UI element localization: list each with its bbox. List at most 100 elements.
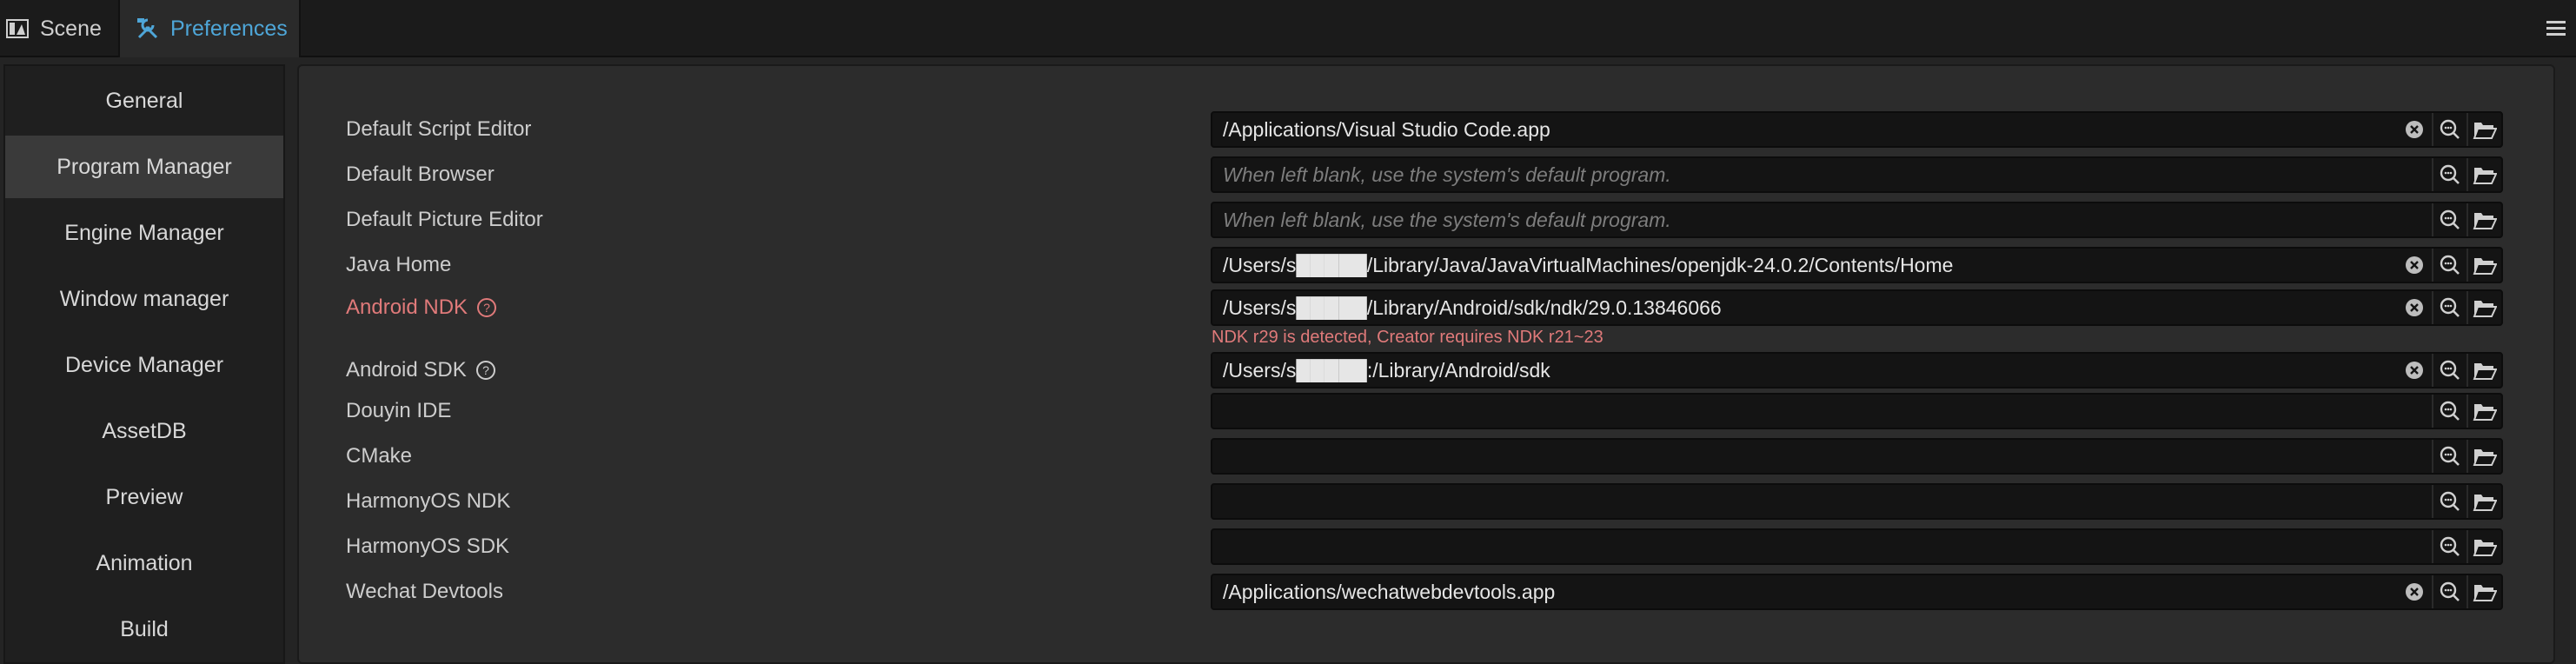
folder-icon[interactable]	[2466, 354, 2501, 387]
scene-icon	[5, 17, 30, 41]
default-picture-editor-path-field[interactable]: When left blank, use the system's defaul…	[1211, 202, 2503, 238]
folder-icon[interactable]	[2466, 575, 2501, 608]
row-label-text: Wechat Devtools	[346, 580, 503, 603]
field-buttons	[2397, 354, 2501, 387]
cmake-label: CMake	[346, 439, 412, 474]
harmonyos-ndk-path-field[interactable]	[1211, 483, 2503, 520]
tab-bar: Scene Preferences	[0, 0, 2576, 57]
field-buttons	[2397, 113, 2501, 146]
harmonyos-sdk-path-field[interactable]	[1211, 528, 2503, 565]
android-sdk-path-field[interactable]: /Users/s█████:/Library/Android/sdk	[1211, 352, 2503, 388]
row-label-text: Default Browser	[346, 163, 495, 186]
wechat-devtools-path-value[interactable]: /Applications/wechatwebdevtools.app	[1212, 581, 2397, 604]
help-icon[interactable]: ?	[475, 360, 496, 381]
search-icon[interactable]	[2432, 440, 2466, 473]
default-browser-path-field[interactable]: When left blank, use the system's defaul…	[1211, 156, 2503, 193]
android-sdk-label: Android SDK?	[346, 353, 496, 388]
android-ndk-path-value[interactable]: /Users/s█████/Library/Android/sdk/ndk/29…	[1212, 296, 2397, 320]
tab-label: Scene	[40, 16, 102, 41]
search-icon[interactable]	[2432, 530, 2466, 563]
default-script-editor-path-value[interactable]: /Applications/Visual Studio Code.app	[1212, 118, 2397, 142]
sidebar-item-animation[interactable]: Animation	[5, 532, 283, 594]
folder-icon[interactable]	[2466, 440, 2501, 473]
sidebar-item-assetdb[interactable]: AssetDB	[5, 400, 283, 462]
java-home-path-field[interactable]: /Users/s█████/Library/Java/JavaVirtualMa…	[1211, 247, 2503, 283]
search-icon[interactable]	[2432, 354, 2466, 387]
sidebar-item-preview[interactable]: Preview	[5, 466, 283, 528]
harmonyos-ndk-label: HarmonyOS NDK	[346, 484, 510, 519]
douyin-ide-label: Douyin IDE	[346, 394, 451, 428]
cmake-path-field[interactable]	[1211, 438, 2503, 475]
folder-icon[interactable]	[2466, 249, 2501, 282]
wechat-devtools-label: Wechat Devtools	[346, 574, 503, 609]
tools-icon	[136, 17, 160, 41]
tab-scene[interactable]: Scene	[0, 0, 116, 57]
row-label-text: HarmonyOS SDK	[346, 535, 510, 558]
folder-icon[interactable]	[2466, 485, 2501, 518]
clear-icon[interactable]	[2397, 291, 2432, 324]
hamburger-menu-icon[interactable]	[2545, 17, 2567, 40]
harmonyos-sdk-label: HarmonyOS SDK	[346, 529, 509, 564]
folder-icon[interactable]	[2466, 291, 2501, 324]
folder-icon[interactable]	[2466, 113, 2501, 146]
android-ndk-label: Android NDK?	[346, 290, 497, 325]
search-icon[interactable]	[2432, 575, 2466, 608]
search-icon[interactable]	[2432, 158, 2466, 191]
row-label-text: HarmonyOS NDK	[346, 489, 511, 513]
search-icon[interactable]	[2432, 249, 2466, 282]
folder-icon[interactable]	[2466, 203, 2501, 236]
sidebar-item-device-manager[interactable]: Device Manager	[5, 334, 283, 396]
default-browser-label: Default Browser	[346, 157, 495, 192]
row-label-text: CMake	[346, 444, 413, 468]
preferences-sidebar: General Program Manager Engine Manager W…	[3, 64, 285, 664]
svg-text:?: ?	[483, 301, 490, 315]
row-label-text: Default Script Editor	[346, 117, 532, 141]
search-icon[interactable]	[2432, 203, 2466, 236]
folder-icon[interactable]	[2466, 395, 2501, 428]
field-buttons	[2397, 575, 2501, 608]
field-buttons	[2432, 485, 2501, 518]
field-buttons	[2397, 249, 2501, 282]
sidebar-item-program-manager[interactable]: Program Manager	[5, 136, 283, 198]
sidebar-item-window-manager[interactable]: Window manager	[5, 268, 283, 330]
search-icon[interactable]	[2432, 485, 2466, 518]
folder-icon[interactable]	[2466, 158, 2501, 191]
douyin-ide-path-field[interactable]	[1211, 393, 2503, 429]
clear-icon[interactable]	[2397, 113, 2432, 146]
row-label-text: Android SDK	[346, 358, 467, 382]
svg-text:?: ?	[482, 363, 489, 377]
search-icon[interactable]	[2432, 113, 2466, 146]
default-picture-editor-label: Default Picture Editor	[346, 203, 543, 237]
field-buttons	[2432, 158, 2501, 191]
sidebar-item-engine-manager[interactable]: Engine Manager	[5, 202, 283, 264]
clear-icon[interactable]	[2397, 575, 2432, 608]
row-label-text: Douyin IDE	[346, 399, 452, 422]
search-icon[interactable]	[2432, 395, 2466, 428]
help-icon[interactable]: ?	[476, 297, 497, 318]
row-label-text: Java Home	[346, 253, 452, 276]
tab-label: Preferences	[170, 16, 288, 41]
clear-icon[interactable]	[2397, 249, 2432, 282]
default-picture-editor-path-value[interactable]: When left blank, use the system's defaul…	[1212, 209, 2432, 232]
field-buttons	[2432, 395, 2501, 428]
ndk-warning: NDK r29 is detected, Creator requires ND…	[1212, 328, 1603, 347]
field-buttons	[2432, 203, 2501, 236]
default-script-editor-label: Default Script Editor	[346, 112, 531, 147]
java-home-label: Java Home	[346, 248, 451, 282]
default-browser-path-value[interactable]: When left blank, use the system's defaul…	[1212, 163, 2432, 187]
java-home-path-value[interactable]: /Users/s█████/Library/Java/JavaVirtualMa…	[1212, 254, 2397, 277]
tab-preferences[interactable]: Preferences	[118, 0, 301, 57]
search-icon[interactable]	[2432, 291, 2466, 324]
field-buttons	[2432, 440, 2501, 473]
field-buttons	[2397, 291, 2501, 324]
android-ndk-path-field[interactable]: /Users/s█████/Library/Android/sdk/ndk/29…	[1211, 289, 2503, 326]
android-sdk-path-value[interactable]: /Users/s█████:/Library/Android/sdk	[1212, 359, 2397, 382]
default-script-editor-path-field[interactable]: /Applications/Visual Studio Code.app	[1211, 111, 2503, 148]
clear-icon[interactable]	[2397, 354, 2432, 387]
sidebar-item-build[interactable]: Build	[5, 598, 283, 661]
folder-icon[interactable]	[2466, 530, 2501, 563]
wechat-devtools-path-field[interactable]: /Applications/wechatwebdevtools.app	[1211, 574, 2503, 610]
sidebar-item-general[interactable]: General	[5, 70, 283, 132]
field-buttons	[2432, 530, 2501, 563]
row-label-text: Default Picture Editor	[346, 208, 543, 231]
